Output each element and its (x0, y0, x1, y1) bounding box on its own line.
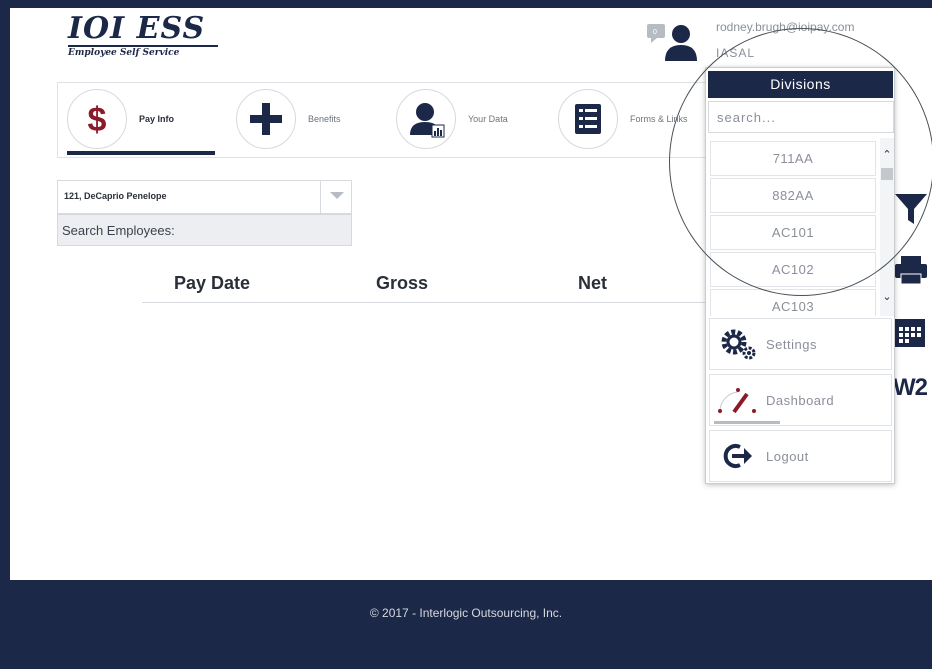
nav-pay-info[interactable]: $ Pay Info (67, 87, 174, 151)
menu-logout-label: Logout (766, 448, 809, 464)
user-dropdown-panel: Divisions 711AA 882AA AC101 AC102 AC103 … (705, 67, 895, 484)
menu-logout[interactable]: Logout (709, 430, 892, 482)
print-icon[interactable] (893, 256, 929, 289)
logout-icon (710, 432, 766, 480)
gears-icon (710, 320, 766, 368)
search-employees-field[interactable]: Search Employees: (57, 214, 352, 246)
calendar-icon[interactable] (893, 315, 929, 354)
filter-icon[interactable] (893, 192, 929, 231)
nav-your-data-label: Your Data (468, 114, 508, 124)
division-item[interactable]: 711AA (710, 141, 876, 176)
division-item[interactable]: AC103 (710, 289, 876, 316)
nav-forms-links[interactable]: Forms & Links (558, 87, 688, 151)
divisions-header: Divisions (708, 71, 893, 98)
division-item[interactable]: AC102 (710, 252, 876, 287)
division-item[interactable]: 882AA (710, 178, 876, 213)
nav-benefits[interactable]: Benefits (236, 87, 341, 151)
main-nav: $ Pay Info Benefits Your Data Forms & Li… (57, 82, 717, 158)
menu-settings[interactable]: Settings (709, 318, 892, 370)
user-chat-icon[interactable]: 0 (647, 22, 703, 62)
window-frame-left (0, 0, 10, 580)
user-email[interactable]: rodney.brugh@ioipay.com (716, 20, 854, 34)
active-tab-indicator (67, 151, 215, 155)
col-gross[interactable]: Gross (376, 273, 428, 294)
gauge-icon (710, 376, 766, 424)
nav-pay-info-label: Pay Info (139, 114, 175, 124)
scroll-thumb[interactable] (881, 168, 893, 180)
nav-forms-links-label: Forms & Links (630, 114, 688, 124)
employee-select-value: 121, DeCaprio Penelope (64, 191, 167, 201)
employee-select[interactable]: 121, DeCaprio Penelope (57, 180, 352, 214)
list-icon (558, 89, 618, 149)
caret-down-icon (330, 192, 344, 199)
footer-copyright: © 2017 - Interlogic Outsourcing, Inc. (369, 606, 563, 620)
nav-your-data[interactable]: Your Data (396, 87, 508, 151)
svg-text:$: $ (88, 101, 107, 139)
window-frame-top (0, 0, 932, 8)
col-net[interactable]: Net (578, 273, 607, 294)
division-item[interactable]: AC101 (710, 215, 876, 250)
user-org: IASAL (716, 46, 756, 60)
dashboard-indicator (714, 421, 780, 424)
divisions-list: 711AA 882AA AC101 AC102 AC103 (708, 138, 894, 316)
nav-benefits-label: Benefits (308, 114, 341, 124)
logo-brand: IOI ESS (68, 11, 206, 46)
logo-tagline: Employee Self Service (68, 48, 180, 58)
chevron-up-icon[interactable]: ⌃ (880, 148, 894, 162)
menu-dashboard[interactable]: Dashboard (709, 374, 892, 426)
divisions-scrollbar[interactable]: ⌃ ⌄ (880, 138, 894, 316)
chat-badge: 0 (653, 29, 657, 36)
w2-icon[interactable]: W2 (893, 374, 928, 402)
col-pay-date[interactable]: Pay Date (174, 273, 250, 294)
menu-dashboard-label: Dashboard (766, 392, 835, 408)
dollar-icon: $ (67, 89, 127, 149)
plus-icon (236, 89, 296, 149)
divisions-search-input[interactable] (708, 101, 894, 133)
page-footer: © 2017 - Interlogic Outsourcing, Inc. (0, 580, 932, 669)
menu-settings-label: Settings (766, 336, 817, 352)
employee-select-toggle[interactable] (320, 180, 351, 214)
chevron-down-icon[interactable]: ⌄ (880, 290, 894, 304)
app-logo[interactable]: IOI ESS Employee Self Service (68, 14, 228, 66)
table-header-rule (142, 302, 707, 303)
person-chart-icon (396, 89, 456, 149)
